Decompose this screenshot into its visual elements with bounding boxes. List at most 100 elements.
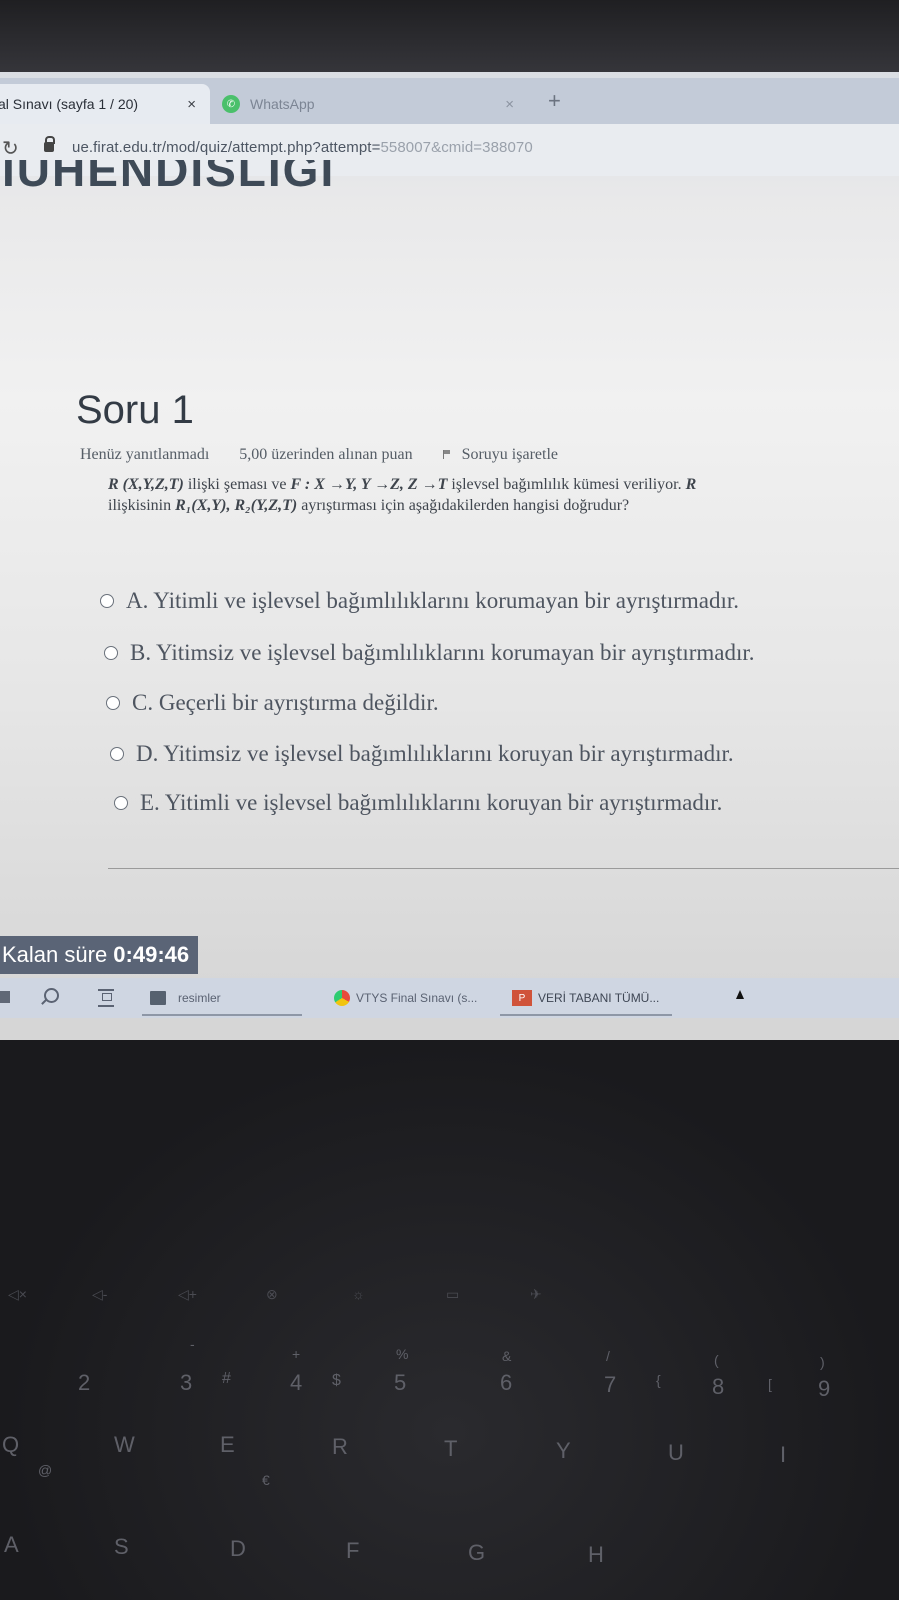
radio-button[interactable] xyxy=(104,646,118,660)
course-heading-text: IUHENDISLIGI xyxy=(2,160,336,196)
remaining-time-badge: Kalan süre 0:49:46 xyxy=(0,936,198,974)
mute-key-icon: ◁× xyxy=(8,1286,27,1302)
key: G xyxy=(468,1540,486,1565)
option-label: E. Yitimli ve işlevsel bağımlılıklarını … xyxy=(140,790,723,815)
powerpoint-icon: P xyxy=(512,990,532,1006)
question-meta: Henüz yanıtlanmadı 5,00 üzerinden alınan… xyxy=(80,446,558,464)
mic-key-icon: ⊗ xyxy=(266,1286,278,1302)
whatsapp-icon: ✆ xyxy=(222,95,240,113)
browser-tab-bar: al Sınavı (sayfa 1 / 20) × ✆ WhatsApp × … xyxy=(0,78,899,124)
key: Q xyxy=(2,1432,20,1457)
key: 4 xyxy=(290,1370,303,1395)
tab-whatsapp[interactable]: ✆ WhatsApp × xyxy=(222,84,532,124)
reload-icon[interactable]: ↻ xyxy=(2,136,19,161)
taskbar-chrome[interactable]: VTYS Final Sınavı (s... xyxy=(334,978,494,1018)
key: Y xyxy=(556,1438,571,1463)
key: 7 xyxy=(604,1372,617,1397)
question-points: 5,00 üzerinden alınan puan xyxy=(239,446,413,463)
key: T xyxy=(444,1436,458,1461)
display-key-icon: ▭ xyxy=(446,1286,460,1302)
option-c[interactable]: C. Geçerli bir ayrıştırma değildir. xyxy=(106,690,439,716)
key: { xyxy=(656,1372,661,1388)
key: E xyxy=(220,1432,235,1457)
flag-question-link[interactable]: Soruyu işaretle xyxy=(462,446,558,463)
key: [ xyxy=(768,1376,772,1392)
key: H xyxy=(588,1542,604,1567)
key: S xyxy=(114,1534,129,1559)
key: % xyxy=(396,1346,409,1362)
airplane-key-icon: ✈ xyxy=(530,1286,542,1302)
tab-quiz[interactable]: al Sınavı (sayfa 1 / 20) × xyxy=(0,84,210,124)
option-d[interactable]: D. Yitimsiz ve işlevsel bağımlılıklarını… xyxy=(110,741,734,767)
question-text-part: işlevsel bağımlılık kümesi veriliyor. xyxy=(447,476,686,493)
key: W xyxy=(114,1432,135,1457)
key: 5 xyxy=(394,1370,407,1395)
key: I xyxy=(780,1442,787,1467)
start-icon[interactable] xyxy=(0,991,10,1003)
key: F xyxy=(346,1538,360,1563)
key: / xyxy=(606,1348,610,1364)
key: 2 xyxy=(78,1370,91,1395)
option-label: D. Yitimsiz ve işlevsel bağımlılıklarını… xyxy=(136,741,734,766)
timer-label: Kalan süre xyxy=(2,942,114,967)
taskbar-powerpoint[interactable]: P VERİ TABANI TÜMÜ... xyxy=(500,978,672,1018)
question-text-part: ilişki şeması ve xyxy=(183,476,291,493)
screen: al Sınavı (sayfa 1 / 20) × ✆ WhatsApp × … xyxy=(0,0,899,1040)
volume-up-key-icon: ◁+ xyxy=(178,1286,197,1302)
option-label: B. Yitimsiz ve işlevsel bağımlılıklarını… xyxy=(130,640,755,665)
new-tab-button[interactable]: + xyxy=(548,88,561,114)
mouse-cursor-icon xyxy=(736,990,744,999)
option-label: C. Geçerli bir ayrıştırma değildir. xyxy=(132,690,439,715)
key: 8 xyxy=(712,1374,725,1399)
screen-bezel xyxy=(0,0,899,72)
relation-name: R xyxy=(685,476,697,493)
key: U xyxy=(668,1440,684,1465)
url-main: ue.firat.edu.tr/mod/quiz/attempt.php?att… xyxy=(72,139,381,156)
laptop-keyboard: ◁× ◁- ◁+ ⊗ ☼ ▭ ✈ 2 3 4 5 6 7 8 9 # $ % &… xyxy=(0,1040,899,1600)
url-text[interactable]: ue.firat.edu.tr/mod/quiz/attempt.php?att… xyxy=(72,139,533,156)
taskbar-folder[interactable]: resimler xyxy=(142,978,310,1018)
key: - xyxy=(190,1336,195,1352)
radio-button[interactable] xyxy=(114,796,128,810)
key: # xyxy=(222,1370,231,1387)
option-e[interactable]: E. Yitimli ve işlevsel bağımlılıklarını … xyxy=(114,790,722,816)
task-view-icon[interactable] xyxy=(98,989,114,1007)
flag-icon[interactable] xyxy=(442,450,452,459)
url-query: 558007&cmid=388070 xyxy=(380,139,533,156)
dependency-set: F : X →Y, Y →Z, Z →T xyxy=(290,476,448,493)
divider xyxy=(108,868,899,869)
radio-button[interactable] xyxy=(106,696,120,710)
tab-whatsapp-title: WhatsApp xyxy=(250,96,315,112)
lock-icon xyxy=(44,136,55,152)
key: A xyxy=(4,1532,19,1557)
question-text: R (X,Y,Z,T) ilişki şeması ve F : X →Y, Y… xyxy=(108,474,868,516)
relation-schema: R (X,Y,Z,T) xyxy=(108,476,184,493)
close-icon[interactable]: × xyxy=(187,96,196,113)
key: + xyxy=(292,1346,301,1362)
timer-value: 0:49:46 xyxy=(113,942,190,967)
radio-button[interactable] xyxy=(110,747,124,761)
course-heading: IUHENDISLIGI xyxy=(2,160,335,208)
taskbar-folder-label: resimler xyxy=(178,991,221,1005)
question-title: Soru 1 xyxy=(76,388,194,432)
brightness-key-icon: ☼ xyxy=(352,1286,365,1302)
option-b[interactable]: B. Yitimsiz ve işlevsel bağımlılıklarını… xyxy=(104,640,755,666)
volume-down-key-icon: ◁- xyxy=(92,1286,108,1302)
key: 6 xyxy=(500,1370,513,1395)
tab-quiz-title: al Sınavı (sayfa 1 / 20) xyxy=(0,96,139,112)
radio-button[interactable] xyxy=(100,594,114,608)
close-icon[interactable]: × xyxy=(505,96,514,113)
search-icon[interactable] xyxy=(44,988,59,1003)
decomposition: R₁(X,Y), R₂(Y,Z,T) xyxy=(175,497,298,514)
key: & xyxy=(502,1348,512,1364)
key: 9 xyxy=(818,1376,831,1401)
taskbar: resimler VTYS Final Sınavı (s... P VERİ … xyxy=(0,978,899,1018)
key: 3 xyxy=(180,1370,193,1395)
folder-icon xyxy=(150,991,166,1005)
question-text-part: ayrıştırması için aşağıdakilerden hangis… xyxy=(297,497,630,514)
key: ) xyxy=(820,1354,825,1370)
key: € xyxy=(262,1472,270,1488)
option-a[interactable]: A. Yitimli ve işlevsel bağımlılıklarını … xyxy=(100,588,739,614)
key: $ xyxy=(332,1372,341,1389)
question-text-part: ilişkisinin xyxy=(108,497,176,514)
